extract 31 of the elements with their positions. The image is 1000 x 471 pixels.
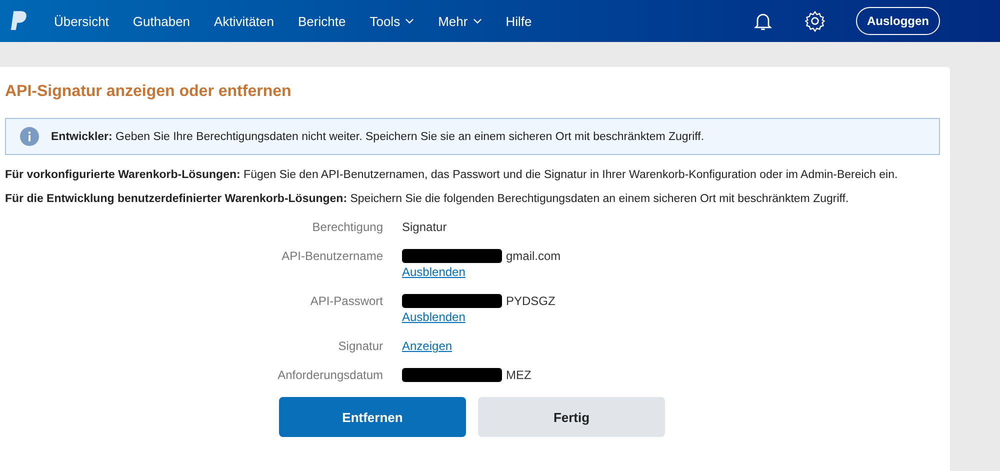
done-button[interactable]: Fertig (478, 397, 665, 437)
page-title: API-Signatur anzeigen oder entfernen (5, 83, 292, 101)
field-label: API-Passwort (309, 293, 383, 310)
hide-link[interactable]: Ausblenden (402, 264, 466, 280)
nav-link[interactable]: Hilfe (506, 14, 532, 28)
nav-link[interactable]: Berichte (298, 14, 346, 28)
notice-text: Entwickler: Geben Sie Ihre Berechtigungsdaten nicht weiter. Speichern Sie sie an einem sicheren Ort mit beschränktem Zugriff. (51, 130, 704, 142)
field-value: gmail.com (506, 248, 561, 264)
settings-icon[interactable] (804, 10, 826, 32)
instruction-text: Für die Entwicklung benutzerdefinierter Warenkorb-Lösungen: Speichern Sie die folgenden Berechtigungsdaten an einem sicheren Ort mit beschränktem Zugriff. (5, 193, 850, 205)
chevron-down-icon (472, 18, 482, 24)
field-label: Anforderungsdatum (276, 367, 383, 383)
nav-link[interactable]: Guthaben (132, 14, 190, 28)
nav-link[interactable]: Tools (370, 14, 414, 28)
nav-link[interactable]: Mehr (438, 14, 482, 28)
field-label: Signatur (337, 338, 383, 354)
field-label: API-Benutzername (280, 248, 383, 265)
logo-icon[interactable] (10, 10, 28, 32)
remove-button[interactable]: Entfernen (279, 397, 466, 437)
instruction-text: Für vorkonfigurierte Warenkorb-Lösungen: Fügen Sie den API-Benutzernamen, das Passwort und die Signatur in Ihrer Warenkorb-Konfiguration oder im Admin-Bereich ein. (5, 169, 899, 181)
chevron-down-icon (405, 18, 414, 24)
logout-button[interactable]: Ausloggen (856, 7, 940, 35)
nav-link[interactable]: Aktivitäten (214, 14, 274, 28)
field-value: MEZ (506, 367, 532, 383)
field-label: Berechtigung (311, 219, 383, 235)
field-value: PYDSGZ (506, 293, 556, 309)
hide-link[interactable]: Ausblenden (402, 309, 466, 325)
nav-link[interactable]: Übersicht (54, 14, 109, 28)
field-value: Signatur (402, 219, 447, 235)
info-icon (20, 127, 39, 146)
show-link[interactable]: Anzeigen (402, 338, 452, 354)
